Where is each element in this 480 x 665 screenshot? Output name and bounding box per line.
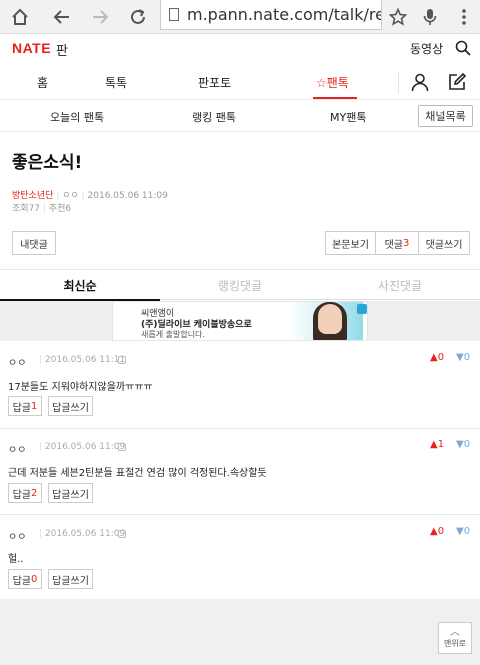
reply-button[interactable]: 답글 2 xyxy=(8,483,42,503)
post-stats: 조회77 | 추천6 xyxy=(12,204,72,214)
page-icon xyxy=(169,8,179,21)
post-meta: 방탄소년단 | ㅇㅇ | 2016.05.06 11:09 xyxy=(12,191,168,201)
ad-line-3: 새롭게 출발합니다. xyxy=(141,330,205,339)
lock-icon xyxy=(118,443,126,451)
back-arrow-icon[interactable] xyxy=(50,0,74,34)
nav-toktok[interactable]: 톡톡 xyxy=(105,74,127,91)
lock-icon xyxy=(118,530,126,538)
view-post-button[interactable]: 본문보기 xyxy=(325,231,376,255)
like-count[interactable]: ▲0 xyxy=(430,526,444,537)
main-nav: 홈 톡톡 판포토 ☆팬톡 xyxy=(0,64,480,100)
user-icon[interactable] xyxy=(410,72,430,92)
comment-user: ㅇㅇ xyxy=(8,358,27,369)
star-icon[interactable] xyxy=(386,0,410,34)
comment-date: | 2016.05.06 11:09 xyxy=(39,442,126,452)
nav-fantalk[interactable]: ☆팬톡 xyxy=(316,74,349,91)
sub-nav-today[interactable]: 오늘의 팬톡 xyxy=(50,109,104,125)
post-title: 좋은소식! xyxy=(12,153,83,173)
site-header: NATE 판 동영상 xyxy=(0,34,480,64)
microphone-icon[interactable] xyxy=(418,0,442,34)
pann-label[interactable]: 판 xyxy=(56,40,68,59)
dislike-count[interactable]: ▼0 xyxy=(456,439,470,450)
dislike-count[interactable]: ▼0 xyxy=(456,352,470,363)
comments-count: 3 xyxy=(403,237,410,249)
url-text: m.pann.nate.com/talk/reply xyxy=(187,5,381,24)
my-comments-button[interactable]: 내댓글 xyxy=(12,231,56,255)
more-menu-icon[interactable] xyxy=(452,0,476,34)
video-link[interactable]: 동영상 xyxy=(410,40,443,57)
post-author: ㅇㅇ xyxy=(62,191,79,201)
tab-latest[interactable]: 최신순 xyxy=(0,270,160,300)
tab-ranking-comments[interactable]: 랭킹댓글 xyxy=(160,270,320,300)
write-icon[interactable] xyxy=(447,72,467,92)
reply-button[interactable]: 답글 0 xyxy=(8,569,42,589)
nate-logo[interactable]: NATE xyxy=(12,40,51,56)
chevron-up-icon: ︿ xyxy=(450,626,460,638)
views-label: 조회 xyxy=(12,204,29,214)
write-reply-button[interactable]: 답글쓰기 xyxy=(48,483,93,503)
forward-arrow-icon[interactable] xyxy=(88,0,112,34)
sub-nav: 오늘의 팬톡 랭킹 팬톡 MY팬톡 채널목록 xyxy=(0,100,480,132)
search-icon[interactable] xyxy=(454,39,472,57)
comment-user: ㅇㅇ xyxy=(8,532,27,543)
address-bar[interactable]: m.pann.nate.com/talk/reply xyxy=(160,0,382,30)
page-footer-area xyxy=(0,599,480,665)
comment-body: 헐.. xyxy=(8,554,24,565)
comments-label: 댓글 xyxy=(384,239,404,251)
dislike-count[interactable]: ▼0 xyxy=(456,526,470,537)
comment-date: | 2016.05.06 11:11 xyxy=(39,355,126,365)
comment-user: ㅇㅇ xyxy=(8,445,27,456)
post-date: 2016.05.06 11:09 xyxy=(87,191,168,201)
nav-home[interactable]: 홈 xyxy=(37,74,48,91)
ad-model-face xyxy=(318,304,342,334)
browser-toolbar: m.pann.nate.com/talk/reply xyxy=(0,0,480,34)
write-reply-button[interactable]: 답글쓰기 xyxy=(48,396,93,416)
lock-icon xyxy=(118,356,126,364)
to-top-button[interactable]: ︿ 맨위로 xyxy=(438,622,472,654)
comment-sort-tabs: 최신순 랭킹댓글 사진댓글 xyxy=(0,270,480,301)
tab-photo-comments[interactable]: 사진댓글 xyxy=(320,270,480,300)
comment-body: 근데 저분들 세븐2틴분들 표절건 연검 많이 걱정된다.속상할듯 xyxy=(8,468,267,479)
recommend-count: 6 xyxy=(65,204,72,214)
comment-divider xyxy=(0,514,480,515)
nav-divider xyxy=(398,72,399,94)
comments-button[interactable]: 댓글 3 xyxy=(375,231,419,255)
nav-active-indicator xyxy=(313,97,357,99)
like-count[interactable]: ▲1 xyxy=(430,439,444,450)
ad-strip: 씨앤앰이 (주)딜라이브 케이블방송으로 새롭게 출발합니다. xyxy=(0,301,480,341)
reply-button[interactable]: 답글 1 xyxy=(8,396,42,416)
ad-info-icon[interactable] xyxy=(357,304,367,314)
views-count: 77 xyxy=(28,204,41,214)
comment-divider xyxy=(0,428,480,429)
refresh-icon[interactable] xyxy=(126,0,150,34)
comment-date: | 2016.05.06 11:09 xyxy=(39,529,126,539)
like-count[interactable]: ▲0 xyxy=(430,352,444,363)
write-reply-button[interactable]: 답글쓰기 xyxy=(48,569,93,589)
sub-nav-my[interactable]: MY팬톡 xyxy=(330,109,366,125)
nav-pann-photo[interactable]: 판포토 xyxy=(198,74,231,91)
post-category[interactable]: 방탄소년단 xyxy=(12,191,53,201)
recommend-label: 추천 xyxy=(48,204,66,214)
sub-nav-ranking[interactable]: 랭킹 팬톡 xyxy=(192,109,236,125)
write-comment-button[interactable]: 댓글쓰기 xyxy=(418,231,470,255)
comment-body: 17분들도 지워야하지않을까ㅠㅠㅠ xyxy=(8,382,153,393)
home-icon[interactable] xyxy=(8,0,32,34)
to-top-label: 맨위로 xyxy=(443,638,467,648)
channel-list-button[interactable]: 채널목록 xyxy=(418,105,473,127)
ad-banner[interactable]: 씨앤앰이 (주)딜라이브 케이블방송으로 새롭게 출발합니다. xyxy=(112,301,368,341)
